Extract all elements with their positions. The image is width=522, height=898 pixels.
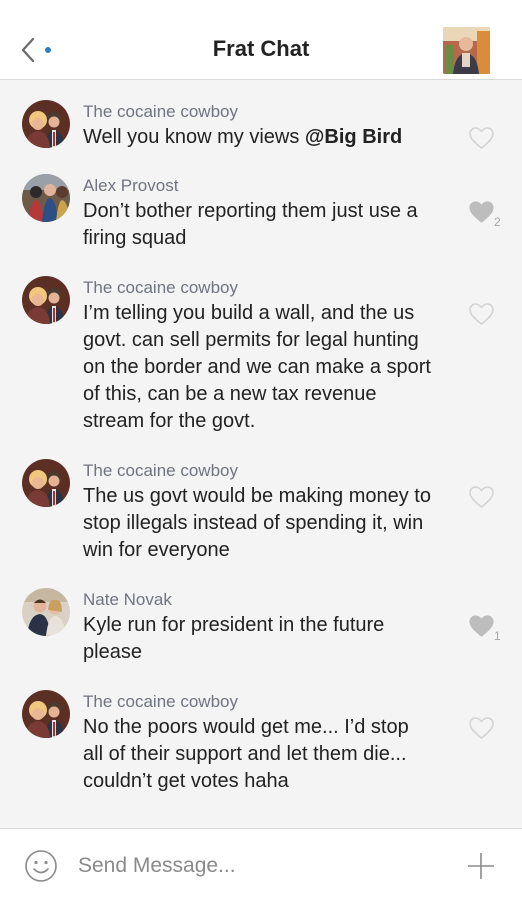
mention-link[interactable]: @Big Bird <box>305 126 402 148</box>
avatar[interactable] <box>22 459 70 507</box>
message-text-line: stop illegals instead of spending it, wi… <box>83 512 424 534</box>
avatar[interactable] <box>22 690 70 738</box>
sender-name: The cocaine cowboy <box>83 461 238 480</box>
message-text-line: couldn’t get votes haha <box>83 770 289 792</box>
message-text-line: govt. can sell permits for legal hunting <box>83 329 419 351</box>
sender-name: Nate Novak <box>83 590 172 609</box>
message-text-line: Don’t bother reporting them just use a <box>83 200 418 222</box>
avatar[interactable] <box>22 174 70 222</box>
message-text: Kyle run for president in the future ple… <box>83 612 458 666</box>
message-text-line: The us govt would be making money to <box>83 485 431 507</box>
avatar[interactable] <box>22 100 70 148</box>
sender-name: The cocaine cowboy <box>83 692 238 711</box>
like-heart-icon[interactable] <box>468 126 495 150</box>
sender-name: The cocaine cowboy <box>83 102 238 121</box>
like-heart-icon[interactable] <box>468 302 495 326</box>
message-text-line: win for everyone <box>83 539 230 561</box>
message-text-line: No the poors would get me... I’d stop <box>83 716 409 738</box>
message-text-line: on the border and we can make a sport <box>83 356 431 378</box>
message-text-line: Kyle run for president in the future <box>83 614 385 636</box>
message-text-line: of this, can be a new tax revenue <box>83 383 377 405</box>
like-count: 2 <box>494 215 501 229</box>
like-heart-icon[interactable] <box>468 200 495 224</box>
message-text-line: please <box>83 641 142 663</box>
like-heart-icon[interactable] <box>468 485 495 509</box>
send-message-input[interactable] <box>78 851 438 881</box>
message-text: I’m telling you build a wall, and the us… <box>83 300 458 435</box>
avatar[interactable] <box>22 588 70 636</box>
message-text: The us govt would be making money to sto… <box>83 483 458 564</box>
like-count: 1 <box>494 629 501 643</box>
like-heart-icon[interactable] <box>468 716 495 740</box>
plus-icon[interactable] <box>466 851 496 881</box>
sender-name: The cocaine cowboy <box>83 278 238 297</box>
message-composer <box>0 828 522 898</box>
smiley-icon[interactable] <box>24 849 58 883</box>
message-text-line: firing squad <box>83 227 187 249</box>
message-text: Well you know my views @Big Bird <box>83 124 458 151</box>
message-text-line: stream for the govt. <box>83 410 256 432</box>
message-text-line: I’m telling you build a wall, and the us <box>83 302 415 324</box>
message-text-line: all of their support and let them die... <box>83 743 407 765</box>
message-text: No the poors would get me... I’d stop al… <box>83 714 458 795</box>
like-heart-icon[interactable] <box>468 614 495 638</box>
sender-name: Alex Provost <box>83 176 179 195</box>
chat-header: Frat Chat <box>0 0 522 80</box>
message-text: Don’t bother reporting them just use a f… <box>83 198 458 252</box>
avatar[interactable] <box>22 276 70 324</box>
group-avatar[interactable] <box>443 27 490 74</box>
message-text-segment: Well you know my views <box>83 126 305 148</box>
